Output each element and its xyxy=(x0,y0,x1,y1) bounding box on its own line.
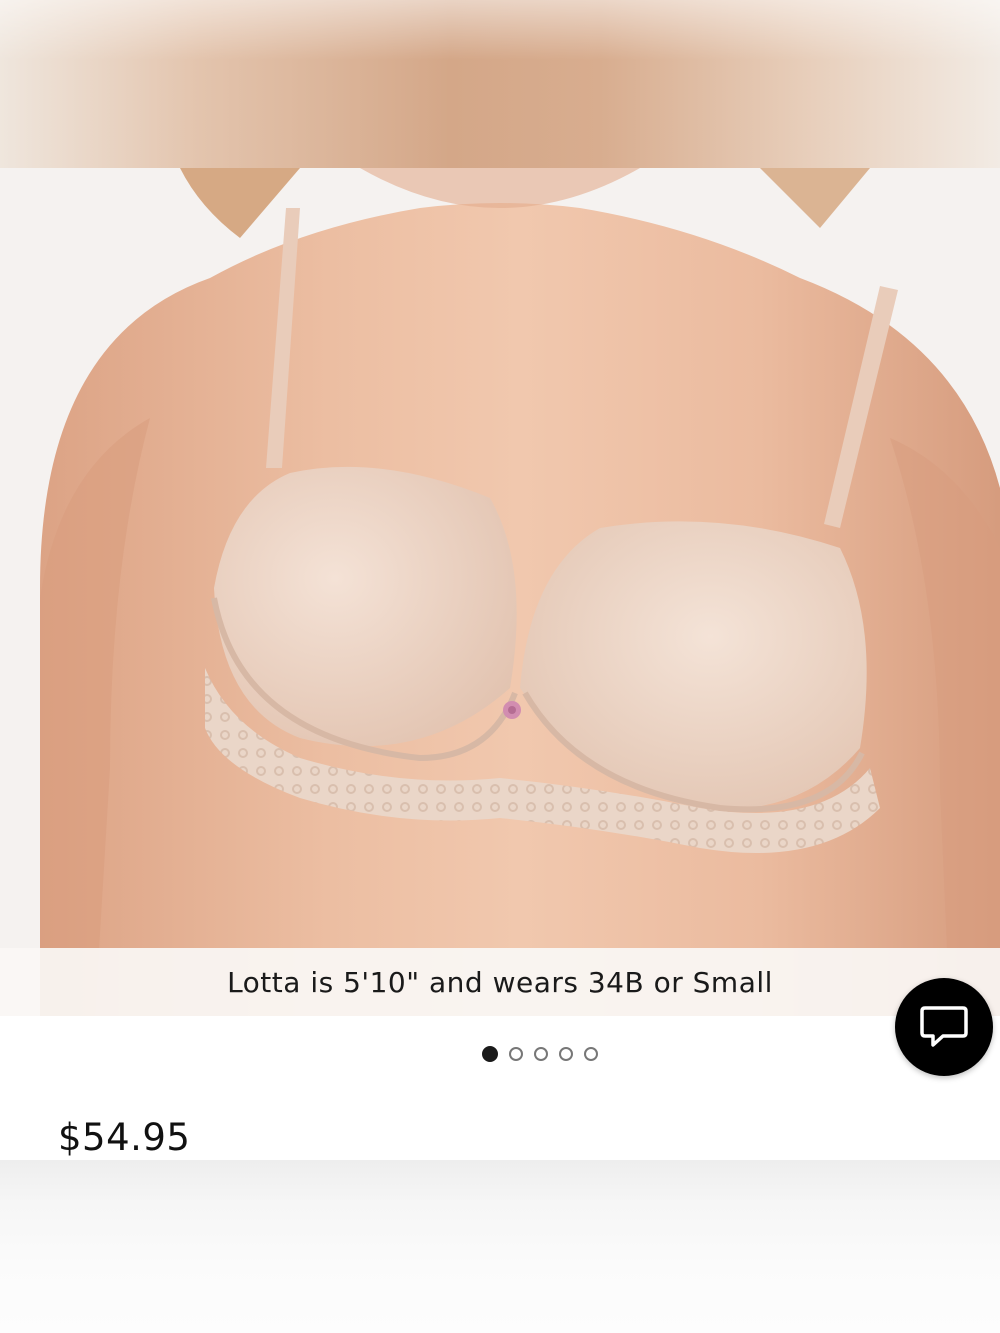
blurred-header xyxy=(0,0,1000,168)
product-illustration xyxy=(0,168,1000,1016)
carousel-dot-4[interactable] xyxy=(559,1047,573,1061)
carousel-dot-2[interactable] xyxy=(509,1047,523,1061)
product-page: Lotta is 5'10" and wears 34B or Small $5… xyxy=(0,0,1000,1333)
carousel-dot-1[interactable] xyxy=(482,1046,498,1062)
carousel-dot-3[interactable] xyxy=(534,1047,548,1061)
product-image[interactable] xyxy=(0,168,1000,1016)
carousel-pagination xyxy=(0,1046,1000,1062)
model-caption: Lotta is 5'10" and wears 34B or Small xyxy=(227,965,773,999)
carousel-dot-5[interactable] xyxy=(584,1047,598,1061)
product-price: $54.95 xyxy=(58,1116,191,1159)
model-caption-bar: Lotta is 5'10" and wears 34B or Small xyxy=(0,948,1000,1016)
chat-bubble-icon xyxy=(920,1006,968,1047)
blurred-footer xyxy=(0,1160,1000,1333)
